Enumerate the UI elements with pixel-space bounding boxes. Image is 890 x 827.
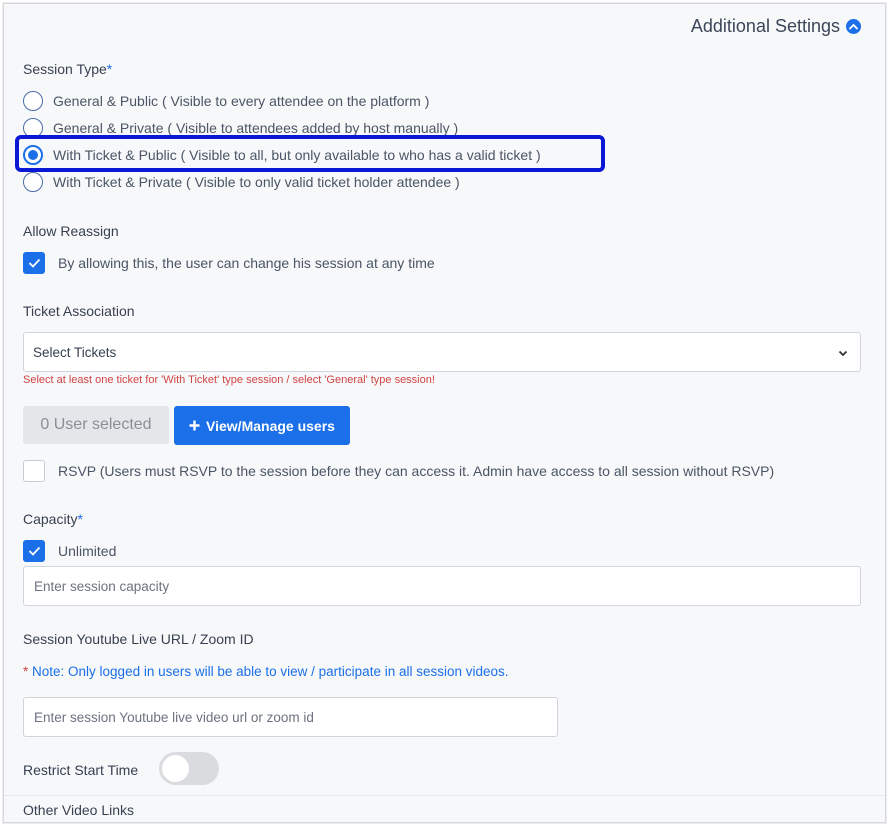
capacity-input[interactable] (23, 566, 861, 606)
selection-highlight-box (15, 135, 605, 172)
ticket-select-value: Select Tickets (33, 344, 117, 360)
capacity-label: Capacity* (23, 511, 83, 527)
ticket-select[interactable]: Select Tickets (23, 332, 861, 372)
allow-reassign-label: Allow Reassign (23, 223, 119, 239)
chevron-up-circle-icon (846, 19, 861, 34)
radio-button[interactable] (23, 91, 43, 111)
allow-reassign-checkbox[interactable] (23, 252, 45, 274)
view-manage-users-label: View/Manage users (206, 417, 335, 434)
rsvp-row[interactable]: RSVP (Users must RSVP to the session bef… (23, 460, 774, 482)
chevron-down-icon (838, 345, 848, 360)
toggle-knob (162, 755, 189, 782)
video-note: * Note: Only logged in users will be abl… (23, 664, 509, 679)
unlimited-row[interactable]: Unlimited (23, 540, 116, 562)
user-selected-count: 0 User selected (23, 406, 169, 444)
rsvp-text: RSVP (Users must RSVP to the session bef… (58, 463, 775, 479)
radio-label: General & Public ( Visible to every atte… (53, 93, 430, 109)
unlimited-checkbox[interactable] (23, 540, 45, 562)
radio-label: General & Private ( Visible to attendees… (53, 120, 459, 136)
allow-reassign-row[interactable]: By allowing this, the user can change hi… (23, 252, 435, 274)
session-type-label: Session Type* (23, 61, 113, 77)
radio-label: With Ticket & Private ( Visible to only … (53, 174, 460, 190)
view-manage-users-button[interactable]: View/Manage users (174, 406, 350, 445)
divider (4, 795, 885, 796)
other-video-links-label: Other Video Links (23, 802, 135, 818)
ticket-association-label: Ticket Association (23, 303, 135, 319)
restrict-start-toggle[interactable] (159, 752, 219, 785)
video-url-input[interactable] (23, 697, 558, 737)
ticket-error-message: Select at least one ticket for 'With Tic… (23, 374, 435, 386)
rsvp-checkbox[interactable] (23, 460, 45, 482)
allow-reassign-text: By allowing this, the user can change hi… (58, 255, 435, 271)
video-url-label: Session Youtube Live URL / Zoom ID (23, 631, 254, 647)
unlimited-text: Unlimited (58, 543, 117, 559)
radio-button[interactable] (23, 172, 43, 192)
additional-settings-panel: Additional Settings Session Type* Genera… (3, 3, 886, 823)
radio-ticket-private[interactable]: With Ticket & Private ( Visible to only … (23, 171, 460, 193)
radio-general-public[interactable]: General & Public ( Visible to every atte… (23, 90, 429, 112)
additional-settings-toggle[interactable]: Additional Settings (691, 16, 861, 37)
plus-icon (189, 418, 200, 434)
section-title: Additional Settings (690, 16, 840, 36)
restrict-start-label: Restrict Start Time (23, 762, 139, 778)
